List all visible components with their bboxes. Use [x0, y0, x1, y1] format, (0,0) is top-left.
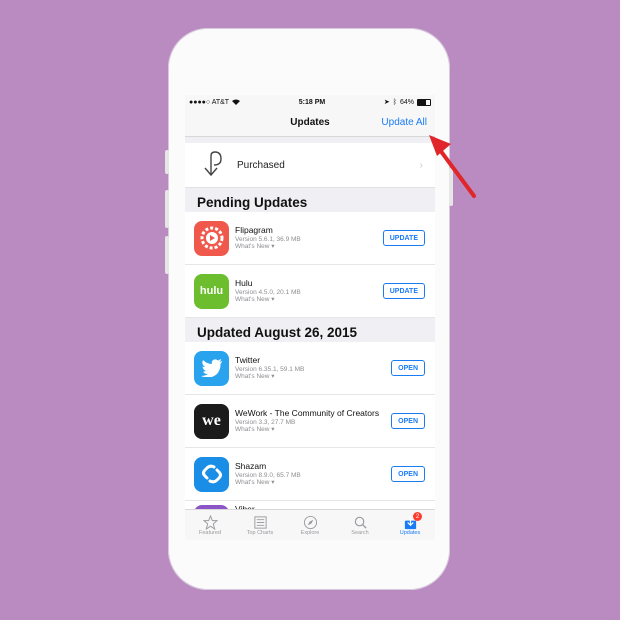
- annotation-arrow-icon: [429, 135, 476, 198]
